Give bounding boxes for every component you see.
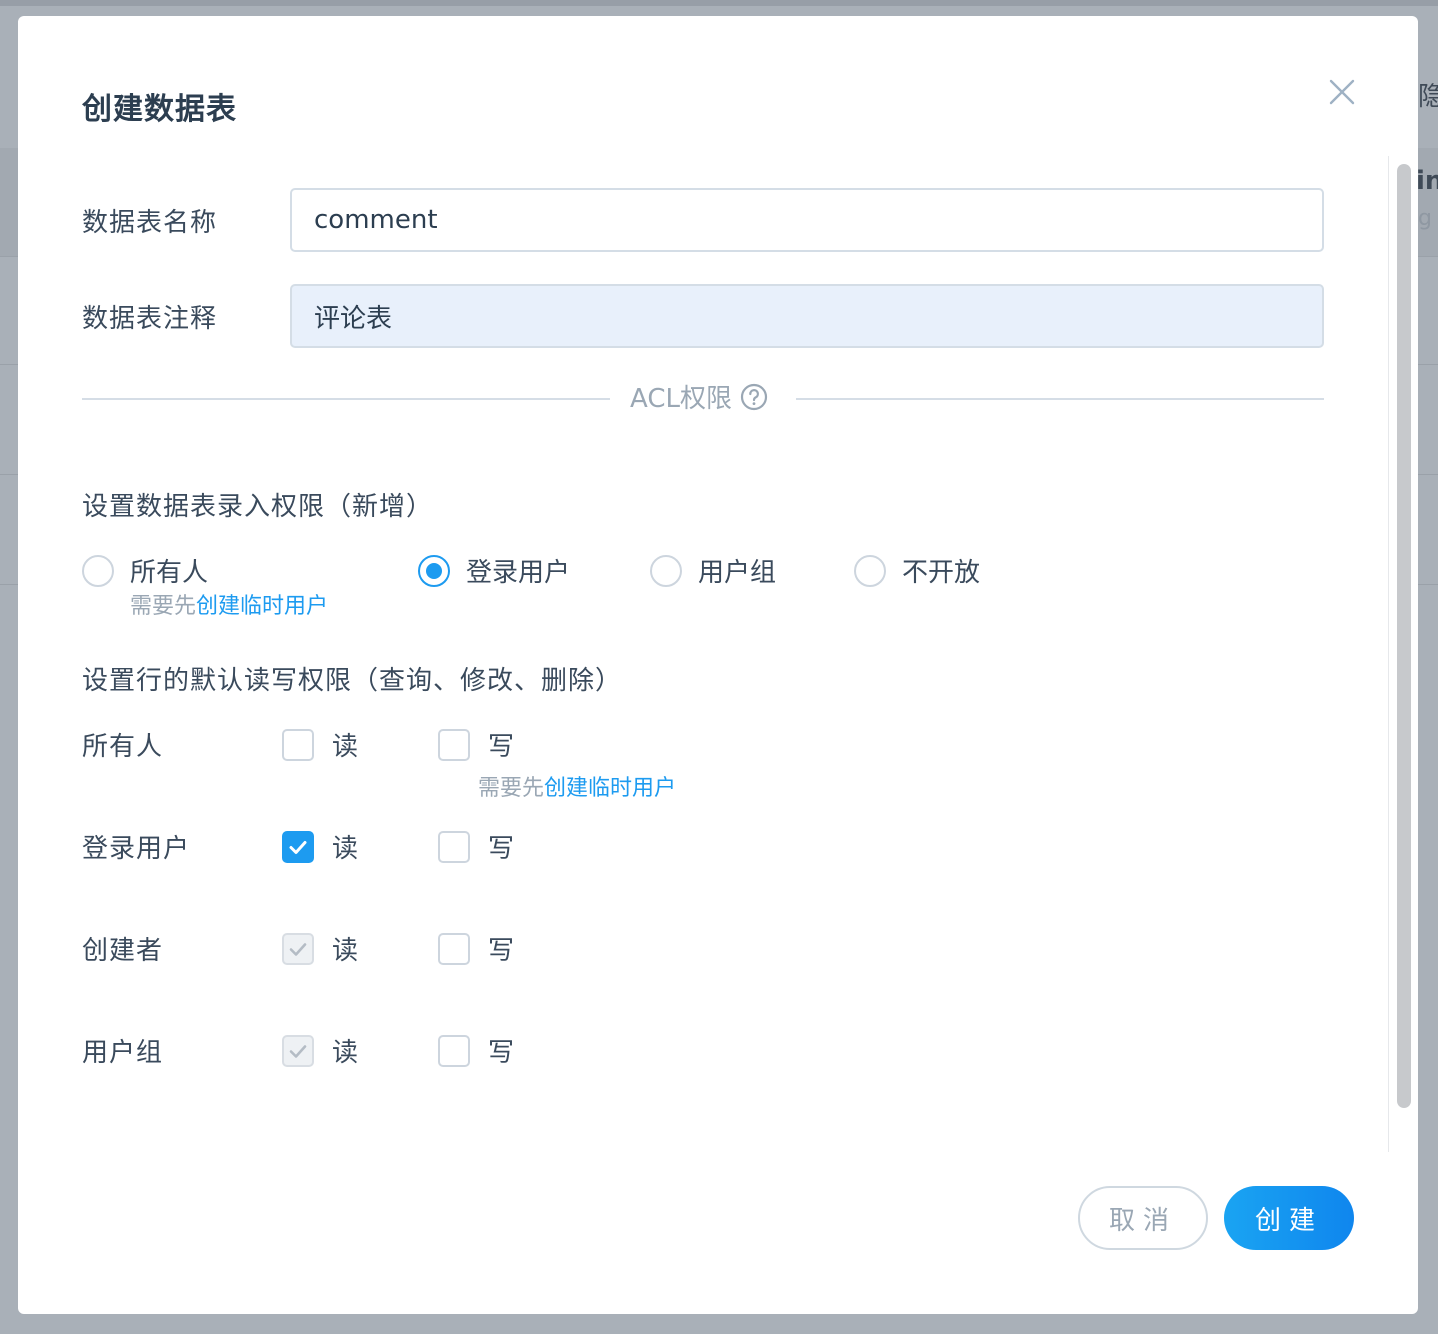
table-name-input[interactable]: [290, 188, 1324, 252]
radio-label: 用户组: [698, 558, 777, 588]
backdrop-peek-text: in: [1416, 166, 1438, 196]
radio-label: 所有人: [130, 558, 209, 588]
checkbox-label: 读: [332, 936, 359, 966]
checkbox-label: 读: [332, 834, 359, 864]
radio-circle[interactable]: [854, 554, 886, 587]
creator-write-checkbox[interactable]: 写: [438, 930, 514, 967]
backdrop-peek-text: 隐: [1418, 82, 1438, 112]
dialog-title: 创建数据表: [82, 92, 237, 127]
user-group-write-checkbox[interactable]: 写: [438, 1032, 514, 1069]
everyone-read-checkbox[interactable]: 读: [282, 726, 358, 763]
acl-divider-left: [82, 398, 610, 400]
checkbox-box[interactable]: [282, 830, 314, 863]
everyone-write-checkbox[interactable]: 写: [438, 726, 514, 763]
row-label-everyone: 所有人: [82, 732, 164, 762]
check-icon: [289, 942, 307, 956]
radio-closed[interactable]: 不开放: [854, 552, 980, 589]
checkbox-box[interactable]: [282, 728, 314, 761]
radio-circle[interactable]: [418, 554, 450, 587]
create-table-dialog: 创建数据表 数据表名称 数据表注释 ACL权限 设置数据表录入权限（新增） 所有…: [18, 16, 1418, 1314]
backdrop-peek-text: g: [1418, 206, 1432, 231]
radio-everyone[interactable]: 所有人: [82, 552, 208, 589]
creator-read-checkbox: 读: [282, 930, 358, 967]
row-label-creator: 创建者: [82, 936, 164, 966]
acl-divider-label: ACL权限: [630, 378, 768, 415]
create-temp-user-link[interactable]: 创建临时用户: [544, 776, 676, 801]
temp-user-hint: 需要先创建临时用户: [478, 770, 676, 802]
question-circle-icon[interactable]: [740, 383, 768, 411]
acl-divider-right: [796, 398, 1324, 400]
create-temp-user-link[interactable]: 创建临时用户: [196, 594, 328, 619]
scrollbar-thumb[interactable]: [1397, 164, 1411, 1108]
checkbox-label: 写: [488, 834, 515, 864]
radio-logged-in-user[interactable]: 登录用户: [418, 552, 570, 589]
checkbox-box[interactable]: [438, 932, 470, 965]
table-name-label: 数据表名称: [82, 208, 218, 238]
checkbox-box[interactable]: [438, 728, 470, 761]
close-icon: [1329, 79, 1355, 105]
logged-in-read-checkbox[interactable]: 读: [282, 828, 358, 865]
radio-circle[interactable]: [82, 554, 114, 587]
radio-label: 登录用户: [466, 558, 571, 588]
scrollbar-track[interactable]: [1388, 156, 1418, 1152]
checkbox-box[interactable]: [438, 830, 470, 863]
radio-user-group[interactable]: 用户组: [650, 552, 776, 589]
checkbox-label: 读: [332, 1038, 359, 1068]
table-comment-label: 数据表注释: [82, 304, 218, 334]
table-comment-input[interactable]: [290, 284, 1324, 348]
logged-in-write-checkbox[interactable]: 写: [438, 828, 514, 865]
row-label-logged-in-user: 登录用户: [82, 834, 191, 864]
checkbox-box: [282, 1034, 314, 1067]
cancel-button[interactable]: 取消: [1078, 1186, 1208, 1250]
checkbox-label: 写: [488, 732, 515, 762]
check-icon: [289, 1044, 307, 1058]
checkbox-box[interactable]: [438, 1034, 470, 1067]
backdrop-topbar: [0, 0, 1438, 6]
hint-text: 需要先: [478, 776, 545, 801]
row-permission-title: 设置行的默认读写权限（查询、修改、删除）: [82, 666, 623, 696]
user-group-read-checkbox: 读: [282, 1032, 358, 1069]
checkbox-label: 写: [488, 1038, 515, 1068]
radio-label: 不开放: [902, 558, 981, 588]
hint-text: 需要先: [130, 594, 197, 619]
close-button[interactable]: [1324, 74, 1360, 110]
create-button[interactable]: 创建: [1224, 1186, 1354, 1250]
check-icon: [289, 840, 307, 854]
radio-circle[interactable]: [650, 554, 682, 587]
temp-user-hint: 需要先创建临时用户: [130, 588, 328, 620]
row-label-user-group: 用户组: [82, 1038, 164, 1068]
checkbox-label: 读: [332, 732, 359, 762]
checkbox-label: 写: [488, 936, 515, 966]
acl-title: ACL权限: [630, 384, 732, 414]
create-permission-title: 设置数据表录入权限（新增）: [82, 492, 434, 522]
checkbox-box: [282, 932, 314, 965]
